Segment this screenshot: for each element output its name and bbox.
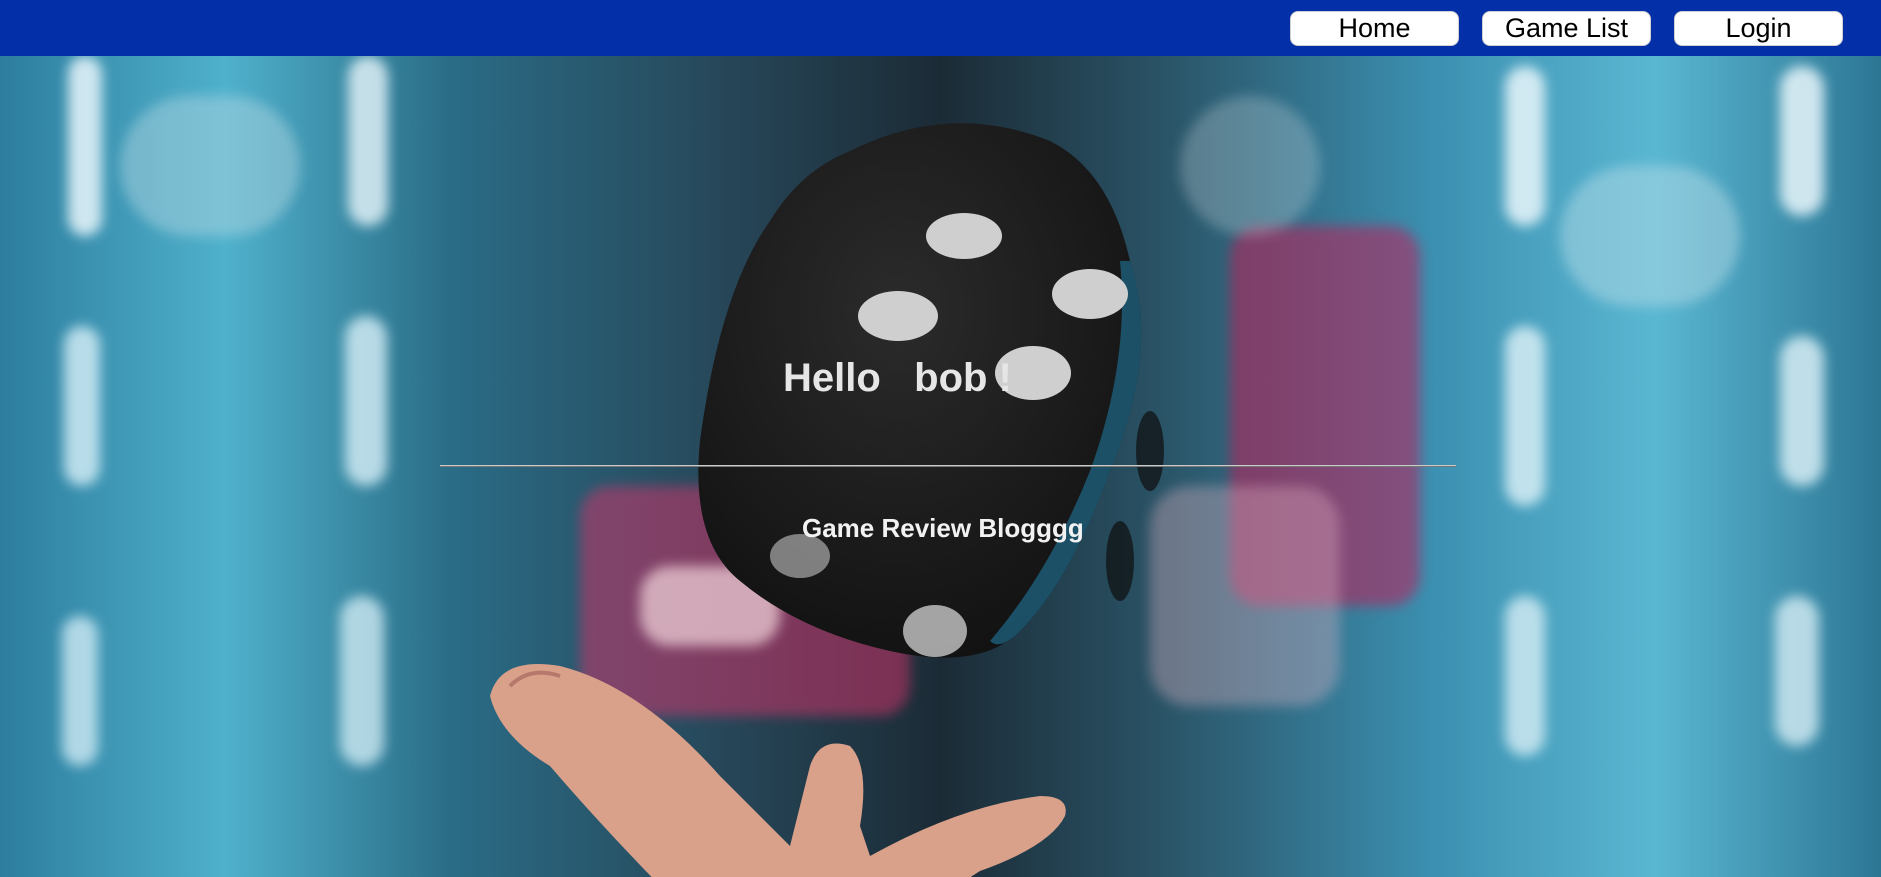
bokeh-light bbox=[1775, 596, 1819, 746]
hero-divider bbox=[440, 465, 1456, 467]
home-button[interactable]: Home bbox=[1290, 10, 1459, 46]
blog-subtitle: Game Review Blogggg bbox=[802, 513, 1084, 543]
bokeh-light bbox=[1780, 66, 1824, 216]
bokeh-light bbox=[1505, 66, 1545, 226]
hand-image bbox=[490, 664, 1066, 877]
bokeh-light bbox=[348, 56, 388, 226]
top-navbar: Home Game List Login bbox=[0, 0, 1881, 56]
hero-background-image: Hello bob ! Game Review Blogggg bbox=[0, 56, 1881, 877]
bokeh-light bbox=[64, 326, 100, 486]
game-list-button[interactable]: Game List bbox=[1482, 10, 1651, 46]
dice-image bbox=[698, 123, 1164, 658]
login-button[interactable]: Login bbox=[1674, 10, 1843, 46]
bokeh-light bbox=[68, 56, 102, 236]
bokeh-light bbox=[120, 96, 300, 236]
bokeh-light bbox=[62, 616, 98, 766]
bokeh-light bbox=[1505, 326, 1545, 506]
bokeh-light bbox=[1780, 336, 1824, 486]
bokeh-light bbox=[345, 316, 387, 486]
bokeh-light bbox=[1560, 166, 1740, 306]
bokeh-light bbox=[1505, 596, 1545, 756]
greeting-heading: Hello bob ! bbox=[783, 356, 1012, 400]
bokeh-light bbox=[340, 596, 384, 766]
